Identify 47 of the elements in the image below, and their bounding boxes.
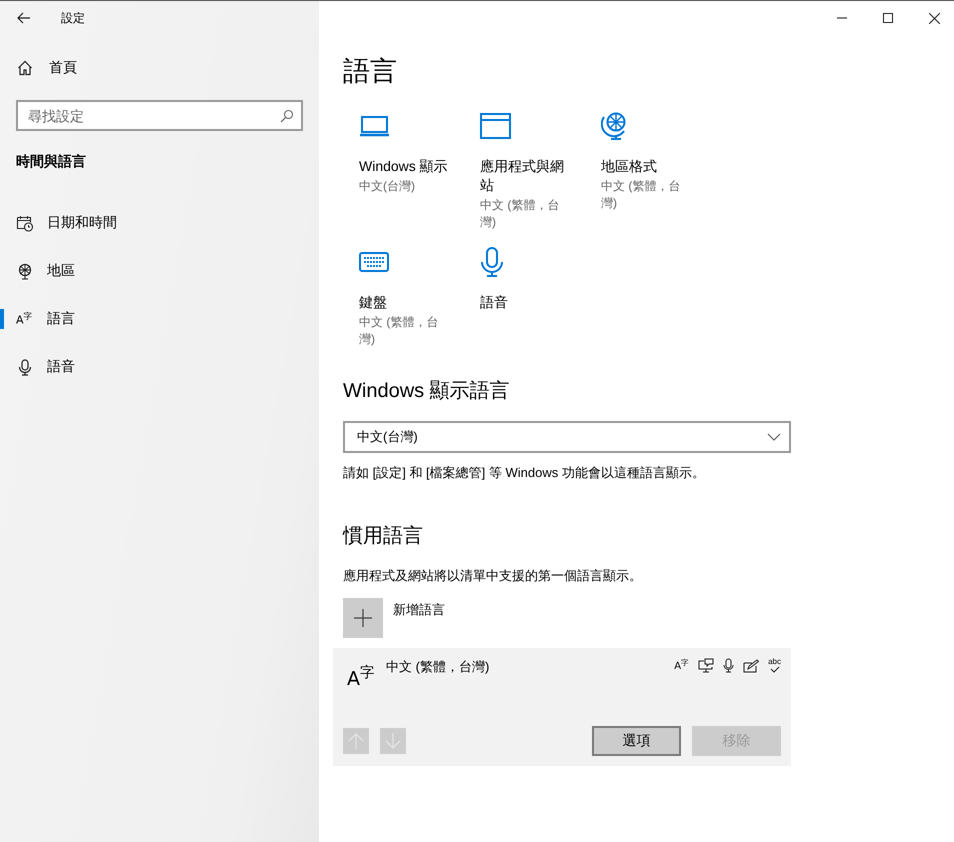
microphone-icon[interactable] — [480, 247, 504, 277]
speech-bubble-monitor-icon — [698, 658, 714, 673]
pen-on-pad-icon — [743, 658, 760, 672]
microphone-icon — [16, 358, 34, 376]
nav-item[interactable]: 地區 — [0, 247, 319, 295]
home-icon[interactable] — [17, 60, 33, 76]
microphone-icon — [723, 658, 734, 673]
home-link[interactable]: 首頁 — [49, 59, 77, 77]
quick-link-title[interactable]: 鍵盤 — [359, 293, 449, 312]
search-field[interactable]: 尋找設定 — [16, 100, 303, 131]
plus-icon — [354, 609, 372, 627]
language-name: 中文 (繁體，台灣) — [386, 658, 490, 676]
chevron-down-icon — [767, 433, 781, 441]
section-heading: Windows 顯示語言 — [343, 379, 511, 404]
section-heading: 慣用語言 — [343, 524, 424, 549]
close-icon[interactable] — [929, 12, 940, 24]
section-heading: 時間與語言 — [15, 152, 87, 171]
add-language-button[interactable] — [343, 598, 383, 638]
globe-icon — [16, 262, 34, 280]
quick-link-title[interactable]: 語音 — [480, 293, 570, 312]
nav-item[interactable]: A$^{字}$ 語言 — [0, 295, 319, 343]
language-icon: A$^{字}$ — [16, 312, 34, 326]
maximize-icon[interactable] — [883, 13, 893, 23]
arrow-up-icon — [348, 733, 364, 749]
language-icon: A$^{字}$ — [347, 666, 374, 689]
options-button[interactable]: 選項 — [592, 726, 681, 756]
window-title: 設定 — [61, 10, 85, 26]
back-arrow-icon[interactable] — [17, 12, 31, 24]
page-title: 語言 — [343, 55, 398, 88]
nav-item[interactable]: 日期和時間 — [0, 199, 319, 247]
quick-link-title[interactable]: 地區格式 — [601, 157, 691, 176]
quick-link-title[interactable]: Windows 顯示 — [359, 157, 449, 176]
description-text: 請如 [設定] 和 [檔案總管] 等 Windows 功能會以這種語言顯示。 — [343, 464, 706, 482]
nav-item[interactable]: 語音 — [0, 343, 319, 391]
quick-link-subtitle: 中文 (繁體，台灣) — [480, 197, 560, 231]
language-dropdown[interactable]: 中文(台灣) — [343, 421, 791, 453]
quick-link-subtitle: 中文 (繁體，台灣) — [359, 314, 440, 348]
app-window-icon[interactable] — [480, 111, 511, 141]
quick-link-subtitle: 中文 (繁體，台灣) — [601, 178, 682, 212]
calendar-clock-icon — [16, 214, 34, 232]
arrow-down-icon — [385, 733, 401, 749]
language-pack-icon: A$^{字}$ — [674, 658, 690, 672]
quick-link-subtitle: 中文(台灣) — [359, 178, 416, 195]
description-text: 應用程式及網站將以清單中支援的第一個語言顯示。 — [343, 567, 643, 585]
search-icon — [280, 109, 294, 123]
quick-link-title[interactable]: 應用程式與網站 — [480, 157, 570, 195]
add-language-label[interactable]: 新增語言 — [393, 601, 445, 619]
